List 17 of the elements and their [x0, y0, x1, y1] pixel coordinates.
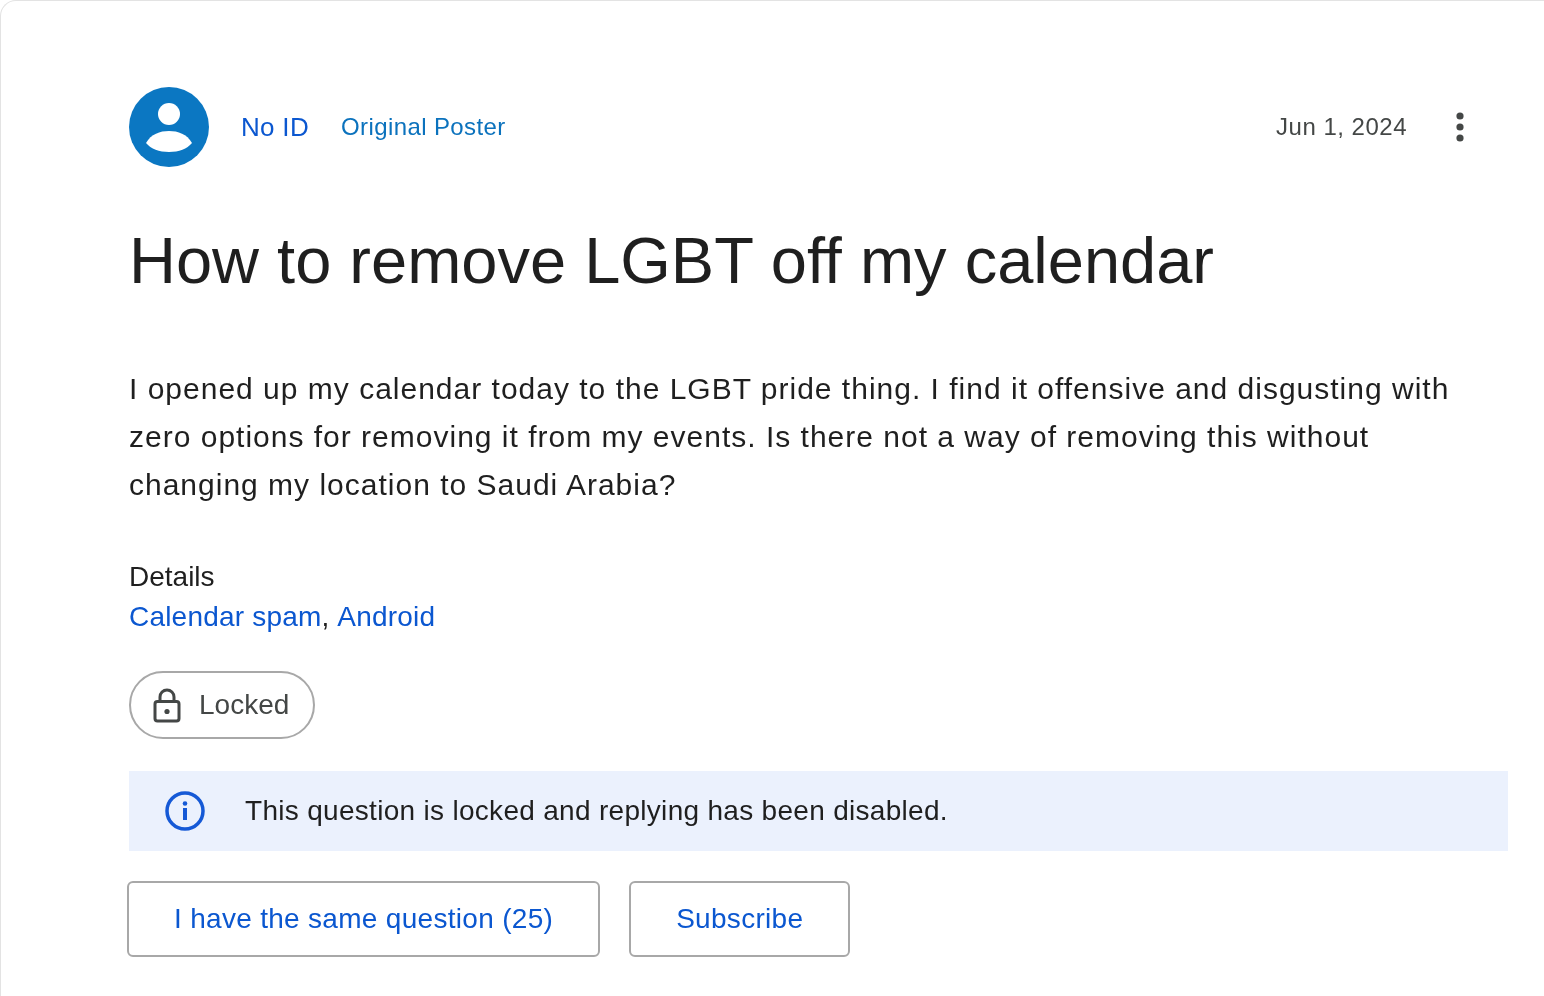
info-icon: [165, 791, 205, 831]
tag-separator: ,: [321, 600, 330, 634]
post-date: Jun 1, 2024: [1276, 112, 1407, 142]
info-banner-text: This question is locked and replying has been disabled.: [245, 794, 948, 828]
author-name-link[interactable]: No ID: [241, 107, 309, 147]
tag-link[interactable]: Calendar spam: [129, 597, 322, 637]
original-poster-label: Original Poster: [340, 112, 506, 142]
post-title: How to remove LGBT off my calendar: [129, 223, 1215, 299]
lock-icon: [153, 687, 181, 723]
more-options-icon: [1456, 112, 1464, 142]
post-body: I opened up my calendar today to the LGBT pride thing. I find it offensive and disgusting with zero options for removing it from my events. Is there not a way of removing this without changing my location to Saudi Arabia?: [129, 371, 1451, 503]
avatar-icon: [129, 87, 209, 167]
same-question-button[interactable]: I have the same question (25): [127, 881, 601, 957]
status-chip-label: Locked: [199, 688, 290, 722]
subscribe-button[interactable]: Subscribe: [629, 881, 851, 957]
tag-link[interactable]: Android: [337, 597, 436, 637]
details-heading: Details: [129, 560, 216, 594]
